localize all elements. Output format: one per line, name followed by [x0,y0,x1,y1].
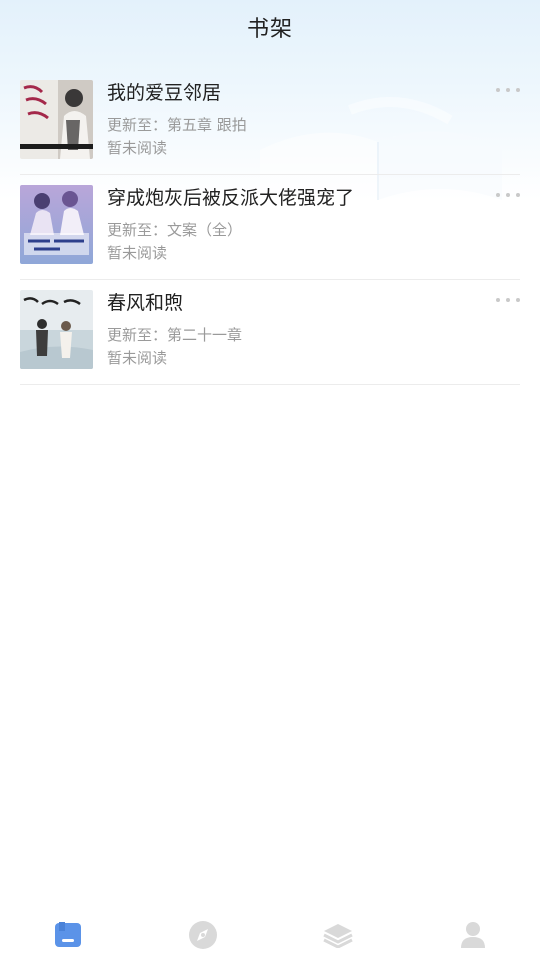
book-title[interactable]: 穿成炮灰后被反派大佬强宠了 [107,183,354,210]
book-cover[interactable] [20,290,93,369]
page-title: 书架 [246,17,293,42]
book-update-status: 更新至：第五章 跟拍 [107,116,247,134]
tab-discover[interactable] [135,913,270,957]
book-read-status: 暂未阅读 [107,244,168,262]
compass-icon [188,921,217,949]
book-cover[interactable] [20,80,93,159]
tab-profile[interactable] [405,913,540,957]
more-options-icon[interactable] [496,185,520,205]
book-update-status: 更新至：文案（全） [107,221,243,239]
book-title[interactable]: 我的爱豆邻居 [107,78,221,105]
more-options-icon[interactable] [496,290,520,310]
book-read-status: 暂未阅读 [107,349,168,367]
book-read-status: 暂未阅读 [107,139,168,157]
book-update-status: 更新至：第二十一章 [107,326,243,344]
bottom-tab-bar [0,910,540,960]
tab-category[interactable] [270,913,405,957]
book-item[interactable]: 穿成炮灰后被反派大佬强宠了 更新至：文案（全） 暂未阅读 [20,175,520,280]
layers-icon [322,924,353,948]
user-icon [460,922,485,948]
book-item[interactable]: 春风和煦 更新至：第二十一章 暂未阅读 [20,280,520,385]
book-item[interactable]: 我的爱豆邻居 更新至：第五章 跟拍 暂未阅读 [20,70,520,175]
book-title[interactable]: 春风和煦 [107,288,183,315]
tab-bookshelf[interactable] [0,913,135,957]
bookshelf-list: 我的爱豆邻居 更新至：第五章 跟拍 暂未阅读 穿成炮灰后被反派大佬强宠了 更新至… [20,70,520,385]
book-cover[interactable] [20,185,93,264]
more-options-icon[interactable] [496,80,520,100]
bookshelf-icon [54,922,81,947]
